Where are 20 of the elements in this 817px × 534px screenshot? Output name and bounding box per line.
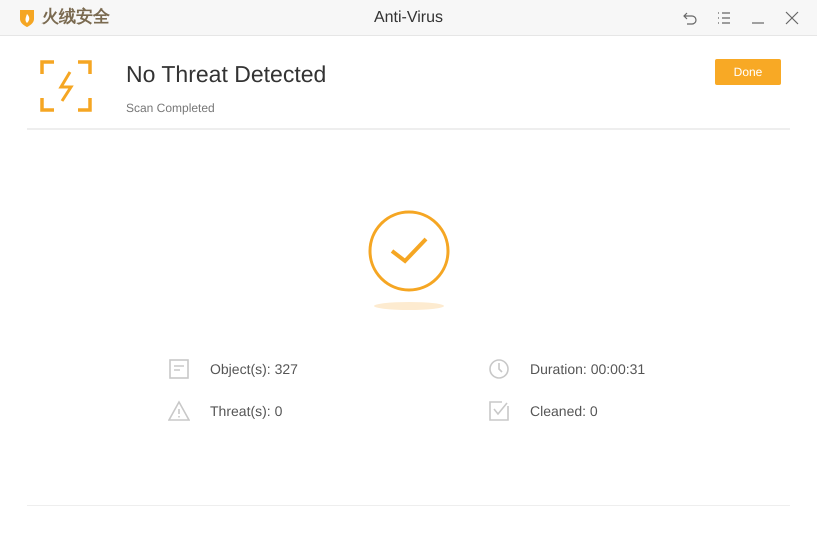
document-icon: [168, 358, 190, 380]
checkbox-icon: [488, 400, 510, 422]
brand-name: 火绒安全: [42, 6, 110, 29]
window-title: Anti-Virus: [374, 8, 444, 28]
stat-label: Cleaned: 0: [530, 402, 598, 420]
done-button[interactable]: Done: [715, 59, 781, 85]
stat-label: Object(s): 327: [210, 360, 298, 379]
result-title: No Threat Detected: [126, 61, 326, 87]
result-subtitle: Scan Completed: [126, 100, 216, 117]
warning-icon: [168, 400, 190, 422]
check-circle-icon: [368, 210, 450, 292]
stat-label: Threat(s): 0: [210, 402, 282, 421]
flame-shield-icon: [18, 8, 36, 28]
clock-icon: [488, 358, 510, 380]
stat-label: Duration: 00:00:31: [530, 360, 646, 378]
undo-icon[interactable]: [683, 10, 697, 24]
lightning-frame-icon: [40, 60, 92, 112]
shadow-ellipse: [374, 302, 444, 310]
menu-icon[interactable]: [717, 10, 731, 24]
close-icon[interactable]: [785, 10, 799, 24]
